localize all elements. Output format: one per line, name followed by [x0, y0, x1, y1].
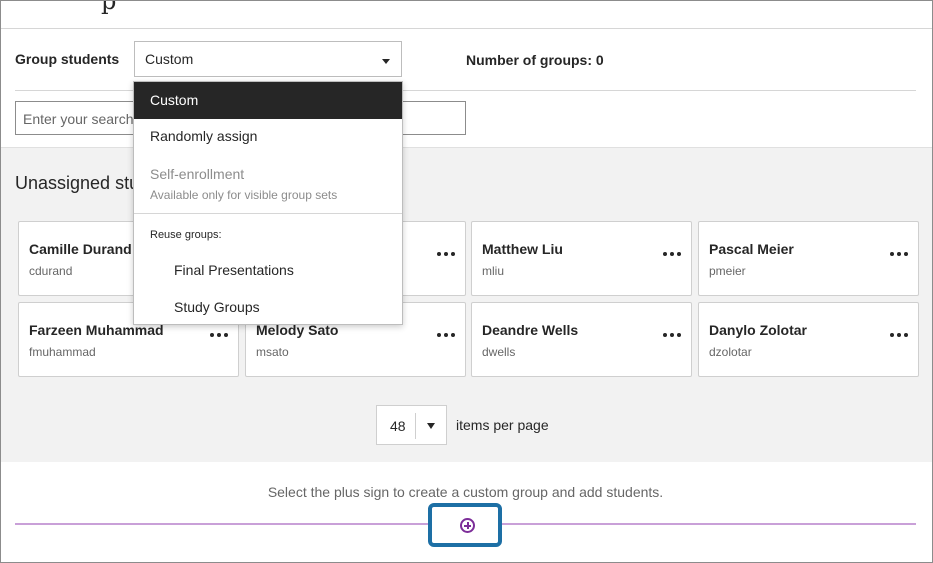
page-title-clipped: p	[101, 0, 117, 15]
student-card[interactable]: Danylo Zolotar dzolotar	[698, 302, 919, 377]
student-username: pmeier	[709, 264, 746, 278]
number-of-groups: Number of groups: 0	[466, 52, 604, 68]
add-group-highlight	[428, 503, 502, 547]
option-label: Final Presentations	[174, 262, 294, 278]
groups-page: p Group students Custom Number of groups…	[0, 0, 933, 563]
chevron-down-icon	[382, 59, 390, 64]
custom-group-hint: Select the plus sign to create a custom …	[267, 484, 664, 500]
items-per-page-label: items per page	[456, 417, 549, 433]
student-username: mliu	[482, 264, 505, 278]
student-username: dzolotar	[709, 345, 752, 359]
option-custom[interactable]: Custom	[134, 82, 402, 119]
group-method-dropdown: Custom Randomly assign Self-enrollment A…	[133, 81, 403, 325]
more-options-icon[interactable]	[437, 330, 455, 340]
student-name: Danylo Zolotar	[709, 322, 808, 338]
student-username: fmuhammad	[29, 345, 96, 359]
chevron-down-icon	[427, 423, 435, 429]
option-label: Randomly assign	[150, 128, 258, 144]
items-per-page-select[interactable]: 48	[376, 405, 447, 445]
student-card[interactable]: Matthew Liu mliu	[471, 221, 692, 296]
divider	[134, 213, 402, 214]
self-enrollment-note: Available only for visible group sets	[150, 188, 338, 202]
student-name: Matthew Liu	[482, 241, 563, 257]
divider	[1, 28, 932, 29]
more-options-icon[interactable]	[890, 249, 908, 259]
student-card[interactable]: Deandre Wells dwells	[471, 302, 692, 377]
more-options-icon[interactable]	[437, 249, 455, 259]
option-label: Self-enrollment	[150, 166, 245, 182]
student-name: Pascal Meier	[709, 241, 794, 257]
student-username: dwells	[482, 345, 516, 359]
divider	[415, 413, 416, 439]
more-options-icon[interactable]	[663, 249, 681, 259]
items-per-page-value: 48	[390, 418, 406, 434]
student-name: Camille Durand	[29, 241, 132, 257]
option-label: Custom	[150, 92, 199, 108]
group-method-value: Custom	[145, 51, 194, 67]
student-username: cdurand	[29, 264, 73, 278]
option-label: Study Groups	[174, 299, 260, 315]
more-options-icon[interactable]	[890, 330, 908, 340]
reuse-groups-label: Reuse groups:	[150, 229, 222, 241]
add-circle-icon[interactable]	[460, 518, 475, 533]
group-students-label: Group students	[15, 51, 120, 67]
search-placeholder: Enter your search	[23, 111, 134, 127]
more-options-icon[interactable]	[210, 330, 228, 340]
student-username: msato	[256, 345, 289, 359]
more-options-icon[interactable]	[663, 330, 681, 340]
student-name: Deandre Wells	[482, 322, 579, 338]
group-method-select[interactable]: Custom	[134, 41, 402, 77]
student-card[interactable]: Pascal Meier pmeier	[698, 221, 919, 296]
